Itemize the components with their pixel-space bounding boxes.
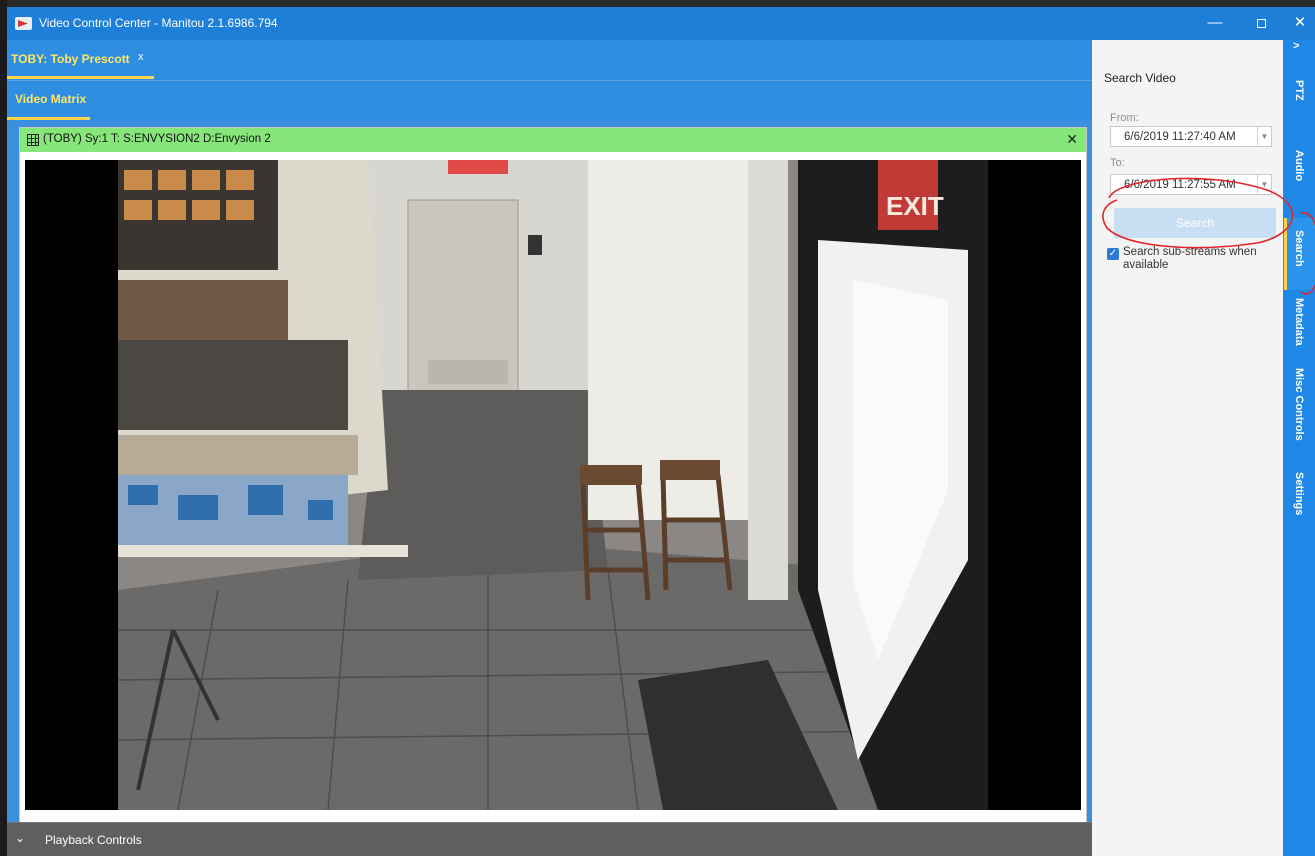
active-side-tab-indicator <box>1284 218 1287 290</box>
minimize-button[interactable]: — <box>1202 11 1228 35</box>
side-tab-label: Search <box>1293 230 1305 267</box>
video-panel-header[interactable]: (TOBY) Sy:1 T: S:ENVYSION2 D:Envysion 2 … <box>20 128 1086 152</box>
active-tab-indicator <box>7 76 154 79</box>
window-title: Video Control Center - Manitou 2.1.6986.… <box>39 16 278 30</box>
side-tab-label: Settings <box>1293 472 1305 516</box>
video-panel: (TOBY) Sy:1 T: S:ENVYSION2 D:Envysion 2 … <box>19 127 1087 823</box>
tab-toby-prescott[interactable]: TOBY: Toby Prescott <box>11 52 130 66</box>
to-datetime-picker[interactable]: 6/6/2019 11:27:55 AM ▼ <box>1110 174 1272 195</box>
playback-controls-label[interactable]: Playback Controls <box>45 833 142 847</box>
from-label: From: <box>1110 112 1139 124</box>
camera-scene-drawing: EXIT <box>118 160 988 810</box>
to-datetime-value[interactable]: 6/6/2019 11:27:55 AM <box>1124 179 1236 191</box>
sub-streams-checkbox[interactable]: ✓ <box>1107 248 1119 260</box>
chevron-down-icon[interactable]: ⌄ <box>15 831 25 845</box>
app-icon <box>15 17 32 30</box>
side-tab-audio[interactable]: Audio <box>1283 150 1315 200</box>
side-tab-settings[interactable]: Settings <box>1283 472 1315 527</box>
collapse-arrow-icon[interactable]: > <box>1293 40 1299 52</box>
primary-tab-bar: TOBY: Toby Prescott x <box>7 40 1092 80</box>
search-video-title: Search Video <box>1104 71 1176 85</box>
video-feed[interactable]: EXIT <box>25 160 1081 810</box>
maximize-icon <box>1256 18 1266 28</box>
camera-image: EXIT <box>118 160 988 810</box>
side-tab-bar: > PTZ Audio Search Metadata Misc Control… <box>1283 40 1315 856</box>
grid-icon <box>27 134 39 146</box>
to-label: To: <box>1110 157 1125 169</box>
side-tab-ptz[interactable]: PTZ <box>1283 80 1315 120</box>
dropdown-arrow-icon[interactable]: ▼ <box>1257 175 1271 194</box>
search-button[interactable]: Search <box>1114 208 1276 238</box>
side-tab-label: Metadata <box>1293 298 1305 346</box>
tab-video-matrix[interactable]: Video Matrix <box>15 92 86 106</box>
side-tab-label: Misc Controls <box>1293 368 1305 441</box>
dropdown-arrow-icon[interactable]: ▼ <box>1257 127 1271 146</box>
side-tab-metadata[interactable]: Metadata <box>1283 298 1315 358</box>
video-panel-title: (TOBY) Sy:1 T: S:ENVYSION2 D:Envysion 2 <box>43 133 271 145</box>
main-pane: TOBY: Toby Prescott x Video Matrix (TOBY… <box>7 40 1092 856</box>
active-subtab-indicator <box>7 117 90 120</box>
playback-controls-bar[interactable]: ⌄ Playback Controls <box>7 822 1092 856</box>
side-tab-misc-controls[interactable]: Misc Controls <box>1283 368 1315 453</box>
maximize-button[interactable] <box>1248 11 1274 35</box>
exit-sign-text: EXIT <box>886 191 944 221</box>
title-bar: Video Control Center - Manitou 2.1.6986.… <box>7 7 1315 40</box>
sub-streams-label[interactable]: Search sub-streams when available <box>1123 246 1273 272</box>
search-video-panel: Search Video From: 6/6/2019 11:27:40 AM … <box>1092 40 1283 856</box>
close-video-icon[interactable]: ✕ <box>1066 131 1078 148</box>
application-window: Video Control Center - Manitou 2.1.6986.… <box>7 0 1315 856</box>
close-button[interactable]: ✕ <box>1287 11 1313 35</box>
side-tab-label: Audio <box>1293 150 1305 182</box>
secondary-tab-bar: Video Matrix <box>7 80 1092 121</box>
from-datetime-picker[interactable]: 6/6/2019 11:27:40 AM ▼ <box>1110 126 1272 147</box>
tab-close-icon[interactable]: x <box>138 51 144 63</box>
side-tab-search[interactable]: Search <box>1283 218 1315 290</box>
side-tab-label: PTZ <box>1293 80 1305 101</box>
from-datetime-value[interactable]: 6/6/2019 11:27:40 AM <box>1124 131 1236 143</box>
